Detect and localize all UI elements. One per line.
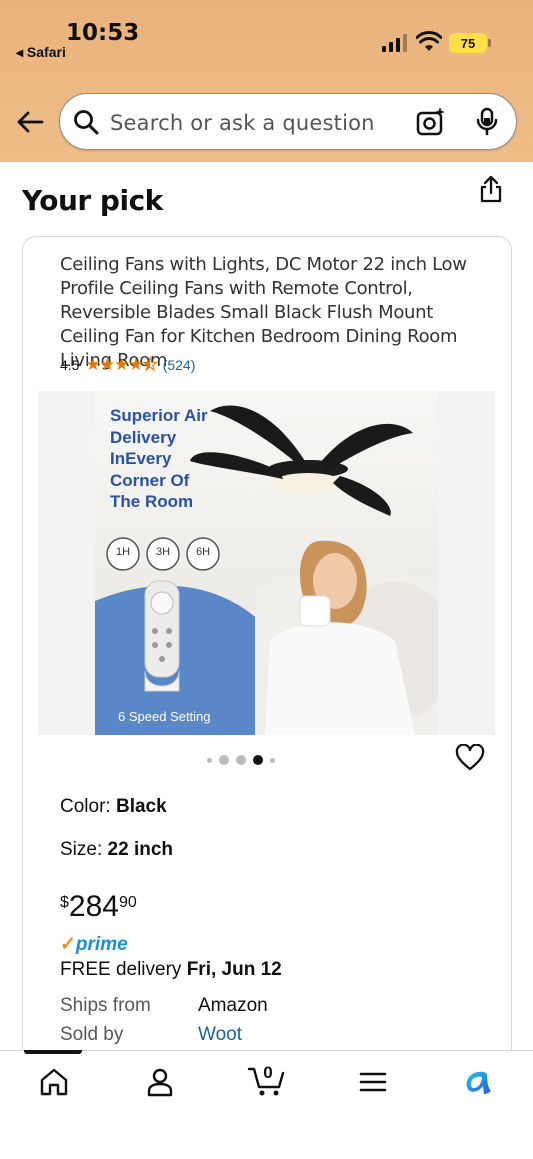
wifi-icon bbox=[416, 31, 442, 51]
microphone-icon[interactable] bbox=[474, 107, 500, 137]
sold-by-label: Sold by bbox=[60, 1024, 124, 1045]
ships-from-label: Ships from bbox=[60, 995, 151, 1016]
back-arrow-icon[interactable] bbox=[14, 106, 46, 138]
image-caption: 6 Speed Setting bbox=[118, 709, 211, 724]
delivery-info: FREE delivery Fri, Jun 12 bbox=[60, 959, 282, 981]
carousel-dot[interactable] bbox=[270, 757, 275, 763]
timer-6h: 6H bbox=[195, 546, 211, 558]
timer-1h: 1H bbox=[115, 546, 131, 558]
prime-check-icon: ✓ bbox=[60, 934, 76, 955]
carousel-dot-active[interactable] bbox=[253, 755, 263, 765]
back-to-safari-link[interactable]: ◂ Safari bbox=[16, 44, 66, 61]
search-input[interactable]: Search or ask a question bbox=[110, 111, 375, 135]
product-image-carousel[interactable]: Superior Air Delivery InEvery Corner Of … bbox=[38, 391, 495, 735]
rating-value: 4.5 bbox=[60, 357, 80, 373]
share-icon[interactable] bbox=[478, 174, 504, 204]
color-selector[interactable]: Color: Black bbox=[60, 796, 167, 818]
camera-lens-icon[interactable] bbox=[415, 106, 447, 138]
battery-indicator: 75 bbox=[449, 33, 491, 53]
carousel-dot[interactable] bbox=[236, 755, 246, 765]
price-cents: 90 bbox=[118, 894, 137, 911]
page-title: Your pick bbox=[22, 184, 163, 217]
prime-badge: ✓prime bbox=[60, 933, 128, 956]
size-label: Size: bbox=[60, 839, 108, 860]
color-label: Color: bbox=[60, 796, 116, 817]
cart-button[interactable]: 0 bbox=[247, 1060, 287, 1100]
header-bar: 10:53 ◂ Safari 75 Search or ask a questi… bbox=[0, 0, 533, 162]
product-image: Superior Air Delivery InEvery Corner Of … bbox=[95, 391, 438, 735]
menu-icon[interactable] bbox=[358, 1066, 388, 1098]
size-selector[interactable]: Size: 22 inch bbox=[60, 839, 173, 861]
review-count[interactable]: (524) bbox=[163, 357, 196, 373]
image-headline: Superior Air Delivery InEvery Corner Of … bbox=[110, 406, 208, 511]
ships-from-value: Amazon bbox=[198, 995, 268, 1016]
star-rating-icon: ★★★★★★ bbox=[85, 355, 158, 375]
timer-3h: 3H bbox=[155, 546, 171, 558]
account-icon[interactable] bbox=[144, 1066, 176, 1098]
carousel-dot[interactable] bbox=[219, 755, 229, 765]
size-value: 22 inch bbox=[107, 839, 174, 860]
sold-by-link[interactable]: Woot bbox=[198, 1024, 242, 1046]
home-icon[interactable] bbox=[38, 1066, 70, 1098]
price: $ 284 90 bbox=[60, 890, 137, 924]
active-tab-indicator bbox=[24, 1050, 82, 1054]
carousel-dot[interactable] bbox=[207, 757, 212, 763]
status-time: 10:53 bbox=[66, 20, 140, 46]
delivery-date: Fri, Jun 12 bbox=[186, 959, 282, 980]
rufus-icon[interactable] bbox=[462, 1066, 496, 1098]
heart-icon[interactable] bbox=[455, 744, 485, 772]
carousel-dots[interactable] bbox=[207, 755, 275, 765]
search-bar[interactable]: Search or ask a question bbox=[59, 93, 517, 150]
search-icon bbox=[74, 110, 99, 135]
price-whole: 284 bbox=[68, 890, 119, 923]
prime-label: prime bbox=[75, 934, 128, 955]
delivery-prefix: FREE delivery bbox=[60, 959, 187, 980]
product-rating[interactable]: 4.5 ★★★★★★ (524) bbox=[60, 355, 195, 375]
cellular-signal-icon bbox=[382, 34, 407, 52]
cart-count: 0 bbox=[263, 1063, 273, 1082]
price-currency: $ bbox=[60, 894, 69, 911]
color-value: Black bbox=[115, 796, 167, 817]
